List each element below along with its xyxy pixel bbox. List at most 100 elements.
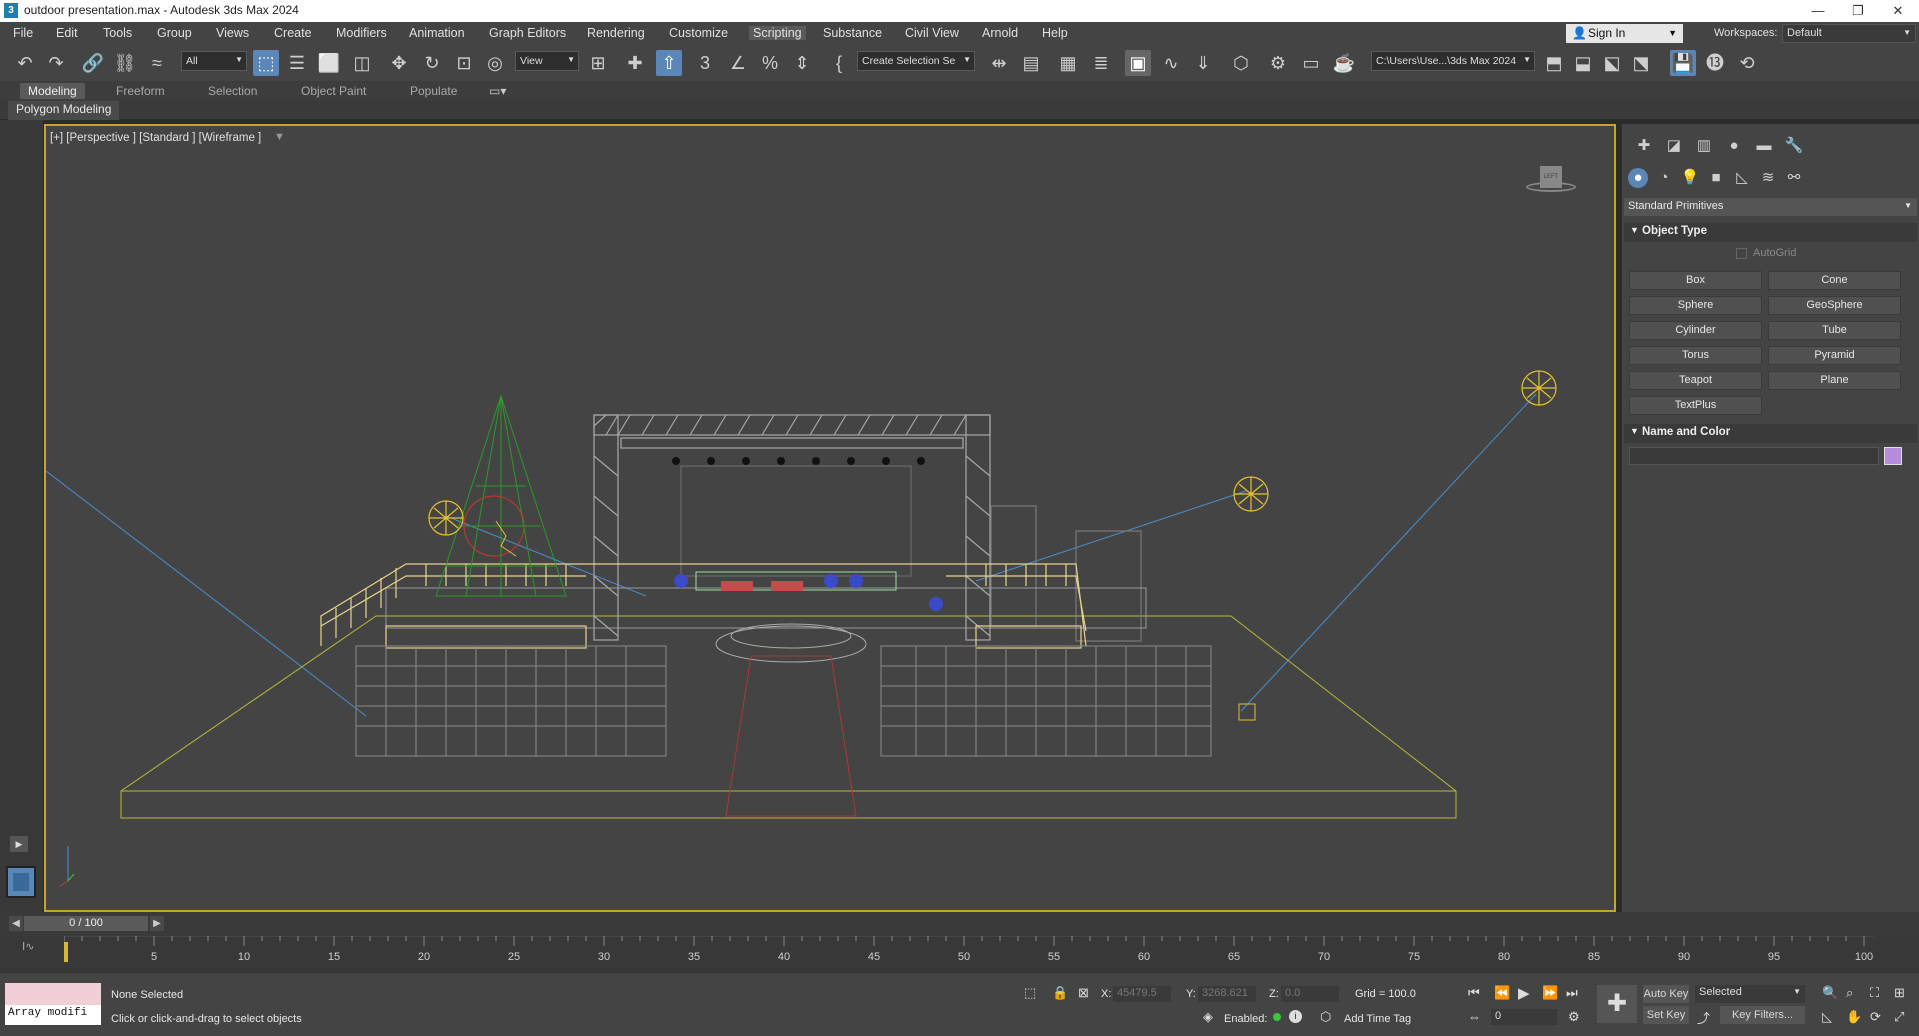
angle-snap-icon[interactable]: ∠: [725, 50, 751, 76]
snaps-toggle-icon[interactable]: 3: [692, 50, 718, 76]
add-time-tag-button[interactable]: Add Time Tag: [1344, 1013, 1411, 1025]
redo-icon[interactable]: ↷: [43, 50, 69, 76]
object-color-swatch[interactable]: [1884, 447, 1902, 465]
selection-filter-select[interactable]: All ▼: [181, 51, 247, 71]
geometry-icon[interactable]: ●: [1628, 168, 1648, 188]
menu-modifiers[interactable]: Modifiers: [336, 26, 387, 40]
info-icon[interactable]: i: [1289, 1010, 1302, 1023]
menu-graph-editors[interactable]: Graph Editors: [489, 26, 566, 40]
percent-snap-icon[interactable]: %: [757, 50, 783, 76]
ribbon-options-icon[interactable]: ▭▾: [481, 83, 514, 99]
bind-space-warp-icon[interactable]: ≈: [144, 50, 170, 76]
key-filters-button[interactable]: Key Filters...: [1720, 1006, 1805, 1024]
auto-key-button[interactable]: Auto Key: [1643, 985, 1689, 1003]
systems-icon[interactable]: ⚯: [1784, 168, 1804, 188]
cameras-icon[interactable]: ■: [1706, 168, 1726, 188]
viewport-layout-icon[interactable]: [6, 866, 36, 898]
set-key-button[interactable]: Set Key: [1643, 1006, 1689, 1024]
project-settings-icon[interactable]: ⬕: [1599, 50, 1625, 76]
sign-in-button[interactable]: 👤 Sign In ▼: [1566, 24, 1683, 43]
reference-coordinate-select[interactable]: View ▼: [515, 51, 579, 71]
autogrid-checkbox[interactable]: AutoGrid: [1736, 247, 1796, 259]
expand-layout-icon[interactable]: ▶: [10, 836, 28, 852]
hierarchy-tab-icon[interactable]: ▥: [1694, 136, 1714, 156]
edit-named-selection-icon[interactable]: {: [826, 50, 852, 76]
mini-curve-editor-icon[interactable]: Ⅰ∿: [22, 940, 34, 953]
ribbon-toggle-icon[interactable]: ▣: [1125, 50, 1151, 76]
minimize-icon[interactable]: —: [1798, 1, 1838, 21]
perspective-viewport[interactable]: [+] [Perspective ] [Standard ] [Wirefram…: [44, 124, 1616, 912]
key-mode-select[interactable]: Selected ▼: [1695, 985, 1805, 1003]
default-tangent-icon[interactable]: ⤴: [1697, 1008, 1710, 1027]
next-frame-icon[interactable]: ▶: [150, 916, 164, 931]
menu-substance[interactable]: Substance: [823, 26, 882, 40]
undo-icon[interactable]: ↶: [12, 50, 38, 76]
teapot-button[interactable]: Teapot: [1629, 371, 1762, 390]
tab-object-paint[interactable]: Object Paint: [293, 83, 374, 99]
viewcube-ring[interactable]: [1526, 182, 1576, 192]
menu-help[interactable]: Help: [1042, 26, 1068, 40]
menu-animation[interactable]: Animation: [409, 26, 465, 40]
schematic-view-icon[interactable]: ⇓: [1190, 50, 1216, 76]
z-coordinate-field[interactable]: 0.0: [1281, 986, 1339, 1002]
layer-explorer-icon[interactable]: ≣: [1088, 50, 1114, 76]
time-configuration-icon[interactable]: ⚙: [1568, 1009, 1580, 1025]
select-object-icon[interactable]: ⬚: [253, 50, 279, 76]
menu-group[interactable]: Group: [157, 26, 192, 40]
cylinder-button[interactable]: Cylinder: [1629, 321, 1762, 340]
zoom-all-icon[interactable]: ⌕: [1846, 985, 1853, 1001]
project-open-icon[interactable]: ⬒: [1541, 50, 1567, 76]
maxscript-listener-output[interactable]: [5, 983, 101, 1005]
save-icon[interactable]: 💾: [1670, 50, 1696, 76]
menu-customize[interactable]: Customize: [669, 26, 728, 40]
scale-icon[interactable]: ⊡: [451, 50, 477, 76]
current-frame-field[interactable]: 0: [1491, 1009, 1557, 1025]
maxscript-input[interactable]: Array modifi: [5, 1005, 101, 1025]
placement-icon[interactable]: ◎: [482, 50, 508, 76]
link-icon[interactable]: 🔗: [80, 50, 106, 76]
select-manipulate-icon[interactable]: ✚: [622, 50, 648, 76]
tab-freeform[interactable]: Freeform: [108, 83, 173, 99]
frame-counter-icon[interactable]: ⓭: [1702, 50, 1728, 76]
timeline-ruler[interactable]: 5 10 15 20 25 30 35 40 45 50 55 60 65 70…: [64, 936, 1874, 972]
field-of-view-icon[interactable]: ◺: [1822, 1009, 1832, 1025]
menu-scripting[interactable]: Scripting: [749, 26, 806, 40]
select-by-name-icon[interactable]: ☰: [284, 50, 310, 76]
pyramid-button[interactable]: Pyramid: [1768, 346, 1901, 365]
object-name-field[interactable]: [1629, 447, 1879, 465]
track-bar[interactable]: Ⅰ∿ 5 10 15 20 25 30 35 40 45 50 55 60 65…: [0, 936, 1919, 972]
textplus-button[interactable]: TextPlus: [1629, 396, 1762, 415]
lock-selection-icon[interactable]: 🔒: [1052, 985, 1068, 1001]
space-warps-icon[interactable]: ≋: [1758, 168, 1778, 188]
x-coordinate-field[interactable]: 45479.5: [1113, 986, 1171, 1002]
project-toolbar-icon[interactable]: ⬔: [1628, 50, 1654, 76]
menu-file[interactable]: File: [13, 26, 33, 40]
time-slider-thumb[interactable]: 0 / 100: [24, 916, 148, 931]
material-editor-icon[interactable]: ⬡: [1228, 50, 1254, 76]
polygon-modeling-label[interactable]: Polygon Modeling: [8, 101, 120, 120]
menu-views[interactable]: Views: [216, 26, 249, 40]
workspace-select[interactable]: Default ▼: [1782, 24, 1916, 43]
viewcube-icon[interactable]: LEFT: [1526, 166, 1576, 192]
time-tag-icon[interactable]: ⬡: [1320, 1009, 1331, 1025]
pan-icon[interactable]: ✋: [1846, 1009, 1862, 1025]
menu-arnold[interactable]: Arnold: [982, 26, 1018, 40]
keyboard-shortcut-override-icon[interactable]: ⇧: [656, 50, 682, 76]
named-selection-set-select[interactable]: Create Selection Se ▼: [857, 51, 975, 71]
previous-frame-icon[interactable]: ◀: [9, 916, 23, 931]
menu-edit[interactable]: Edit: [56, 26, 78, 40]
rectangular-selection-icon[interactable]: ⬜: [316, 50, 342, 76]
rotate-icon[interactable]: ↻: [419, 50, 445, 76]
modify-tab-icon[interactable]: ◪: [1664, 136, 1684, 156]
geosphere-button[interactable]: GeoSphere: [1768, 296, 1901, 315]
close-icon[interactable]: ✕: [1878, 1, 1918, 21]
absolute-mode-icon[interactable]: ⊠: [1078, 985, 1089, 1001]
project-create-icon[interactable]: ⬓: [1570, 50, 1596, 76]
zoom-extents-all-icon[interactable]: ⊞: [1894, 985, 1905, 1001]
motion-tab-icon[interactable]: ●: [1724, 136, 1744, 156]
orbit-icon[interactable]: ⟳: [1870, 1009, 1881, 1025]
menu-rendering[interactable]: Rendering: [587, 26, 645, 40]
name-and-color-rollout[interactable]: ▼ Name and Color: [1624, 424, 1917, 443]
go-to-end-icon[interactable]: ⏭: [1566, 985, 1578, 1001]
previous-key-icon[interactable]: ⏪: [1494, 985, 1510, 1001]
